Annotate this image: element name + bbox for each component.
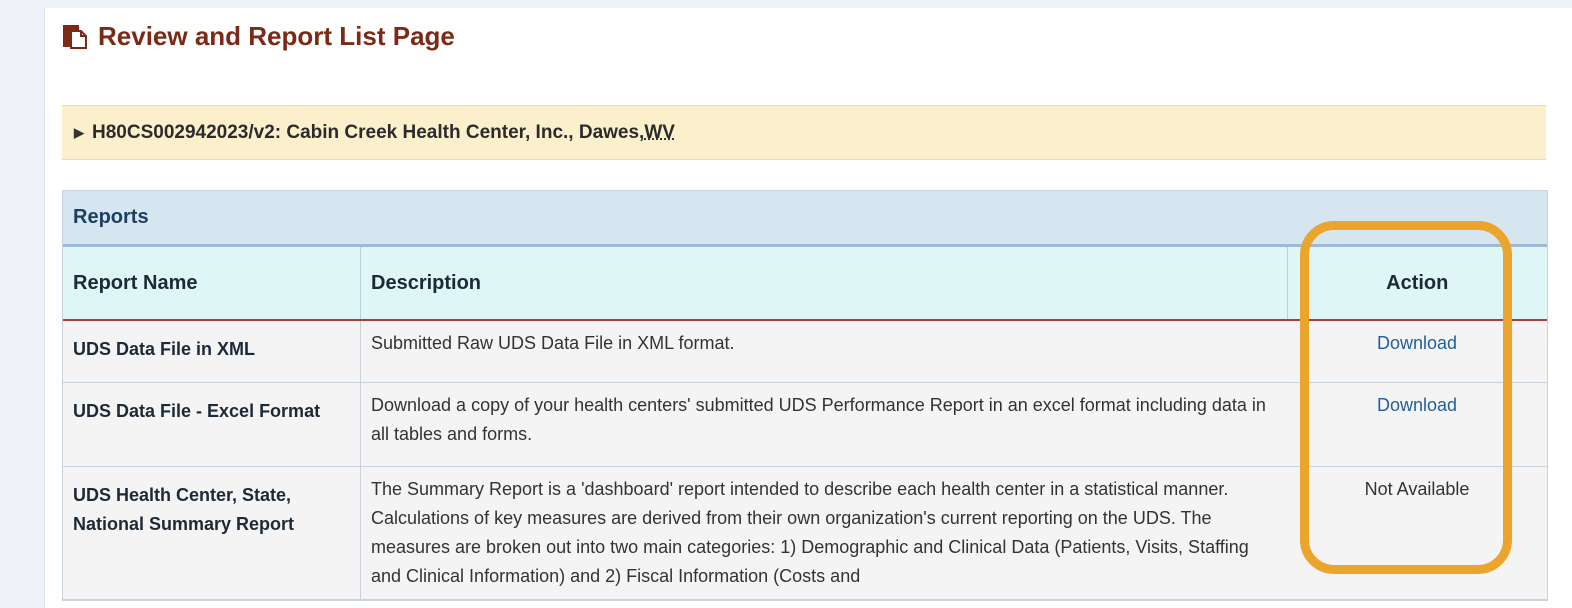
not-available-text: Not Available <box>1364 478 1470 499</box>
report-description: Submitted Raw UDS Data File in XML forma… <box>360 320 1287 383</box>
page-title-text: Review and Report List Page <box>98 20 455 51</box>
report-name: UDS Data File - Excel Format <box>63 382 361 467</box>
table-header-row: Report Name Description Action <box>63 247 1547 321</box>
state-abbr: WV <box>644 121 675 143</box>
action-cell: Not Available <box>1287 466 1547 600</box>
organization-accordion[interactable]: ▶ H80CS002942023/v2: Cabin Creek Health … <box>62 105 1546 160</box>
column-report-name: Report Name <box>63 247 361 321</box>
download-link[interactable]: Download <box>1377 395 1457 415</box>
report-description: The Summary Report is a 'dashboard' repo… <box>360 466 1287 600</box>
table-row: UDS Data File in XML Submitted Raw UDS D… <box>63 320 1547 383</box>
action-cell: Download <box>1287 320 1547 383</box>
page-title: Review and Report List Page <box>62 18 455 54</box>
column-action: Action <box>1286 247 1547 321</box>
report-name: UDS Data File in XML <box>63 320 361 383</box>
download-link[interactable]: Download <box>1377 333 1457 353</box>
reports-panel: Reports Report Name Description Action U… <box>62 190 1548 601</box>
report-description: Download a copy of your health centers' … <box>360 382 1287 467</box>
report-name: UDS Health Center, State, National Summa… <box>63 466 361 600</box>
reports-table: Report Name Description Action UDS Data … <box>63 247 1547 600</box>
grant-label: H80CS002942023/v2: Cabin Creek Health Ce… <box>92 121 645 143</box>
action-cell: Download <box>1287 382 1547 467</box>
reports-heading: Reports <box>63 191 1547 247</box>
report-file-icon <box>63 25 87 49</box>
column-description: Description <box>360 247 1287 321</box>
table-row: UDS Health Center, State, National Summa… <box>63 466 1547 600</box>
caret-right-icon: ▶ <box>74 124 84 140</box>
table-row: UDS Data File - Excel Format Download a … <box>63 382 1547 467</box>
